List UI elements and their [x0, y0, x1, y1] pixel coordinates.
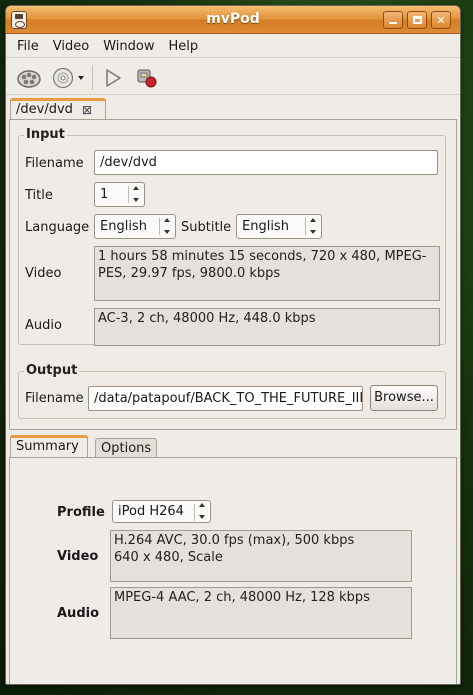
title-label: Title — [25, 188, 53, 203]
profile-select[interactable]: iPod H264 — [112, 500, 211, 523]
input-group-label: Input — [24, 127, 67, 142]
select-divider — [194, 504, 195, 521]
menu-video[interactable]: Video — [46, 39, 96, 54]
tab-dev-dvd[interactable]: /dev/dvd ⊠ — [10, 98, 106, 120]
summary-video-label: Video — [57, 549, 99, 564]
maximize-button[interactable] — [407, 11, 427, 29]
input-video-line: PES, 29.97 fps, 9800.0 kbps — [98, 266, 281, 281]
output-group: Output Filename /data/patapouf/BACK_TO_T… — [18, 363, 446, 419]
select-arrows-icon — [163, 218, 171, 234]
subtitle-value: English — [242, 219, 289, 234]
input-filename-field[interactable]: /dev/dvd — [94, 150, 438, 175]
menu-bar: File Video Window Help — [6, 35, 460, 58]
dvd-disc-icon[interactable] — [52, 67, 86, 89]
minimize-icon — [389, 22, 397, 24]
input-video-label: Video — [25, 266, 62, 281]
tab-options[interactable]: Options — [95, 438, 157, 458]
source-panel: Input Filename /dev/dvd Title 1 Language… — [9, 119, 457, 430]
profile-value: iPod H264 — [118, 504, 184, 519]
summary-video-line: H.264 AVC, 30.0 fps (max), 500 kbps — [114, 533, 355, 548]
main-window: mvPod ✕ File Video Window Help /dev/dvd … — [5, 5, 461, 685]
select-divider — [159, 218, 160, 235]
encode-icon[interactable] — [134, 67, 160, 89]
title-spinner[interactable]: 1 — [94, 182, 145, 207]
input-video-line: 1 hours 58 minutes 15 seconds, 720 x 480… — [98, 249, 427, 264]
summary-video-line: 640 x 480, Scale — [114, 550, 223, 565]
summary-audio-label: Audio — [57, 606, 100, 621]
language-label: Language — [25, 220, 90, 235]
close-icon: ✕ — [436, 13, 446, 27]
subtitle-select[interactable]: English — [236, 214, 322, 239]
input-audio-info: AC-3, 2 ch, 48000 Hz, 448.0 kbps — [94, 308, 440, 346]
tab-label: /dev/dvd — [16, 102, 73, 117]
input-group: Input Filename /dev/dvd Title 1 Language… — [18, 127, 446, 346]
menu-help[interactable]: Help — [161, 39, 205, 54]
chevron-down-icon — [78, 76, 84, 80]
language-value: English — [100, 219, 147, 234]
profile-label: Profile — [57, 505, 105, 520]
subtitle-label: Subtitle — [181, 220, 232, 235]
output-group-label: Output — [24, 363, 80, 378]
menu-file[interactable]: File — [10, 39, 46, 54]
select-arrows-icon — [309, 218, 317, 234]
browse-button[interactable]: Browse... — [370, 385, 438, 411]
summary-audio-info: MPEG-4 AAC, 2 ch, 48000 Hz, 128 kbps — [110, 587, 412, 639]
spinner-arrows-icon — [132, 186, 140, 202]
output-filename-label: Filename — [25, 391, 84, 406]
input-audio-label: Audio — [25, 318, 62, 333]
close-icon[interactable]: ⊠ — [82, 103, 92, 117]
output-filename-field[interactable]: /data/patapouf/BACK_TO_THE_FUTURE_III.m — [88, 386, 363, 411]
input-audio-line: AC-3, 2 ch, 48000 Hz, 448.0 kbps — [98, 311, 316, 326]
language-select[interactable]: English — [94, 214, 176, 239]
maximize-icon — [412, 16, 422, 24]
toolbar-separator — [92, 65, 93, 90]
close-window-button[interactable]: ✕ — [431, 11, 451, 29]
input-filename-label: Filename — [25, 156, 84, 171]
minimize-button[interactable] — [383, 11, 403, 29]
select-divider — [305, 218, 306, 235]
input-video-info: 1 hours 58 minutes 15 seconds, 720 x 480… — [94, 246, 440, 301]
menu-window[interactable]: Window — [96, 39, 161, 54]
play-icon[interactable] — [102, 67, 124, 89]
select-arrows-icon — [198, 503, 206, 519]
title-bar[interactable]: mvPod ✕ — [6, 6, 460, 34]
summary-audio-line: MPEG-4 AAC, 2 ch, 48000 Hz, 128 kbps — [114, 590, 370, 605]
main-content: /dev/dvd ⊠ Input Filename /dev/dvd Title… — [6, 98, 460, 684]
summary-panel: Profile iPod H264 Video H.264 AVC, 30.0 … — [9, 457, 457, 684]
toolbar — [6, 59, 460, 95]
summary-video-info: H.264 AVC, 30.0 fps (max), 500 kbps 640 … — [110, 530, 412, 582]
tab-summary[interactable]: Summary — [10, 435, 88, 458]
film-reel-icon[interactable] — [16, 67, 42, 89]
spinner-divider — [128, 186, 129, 203]
title-value: 1 — [100, 187, 109, 202]
